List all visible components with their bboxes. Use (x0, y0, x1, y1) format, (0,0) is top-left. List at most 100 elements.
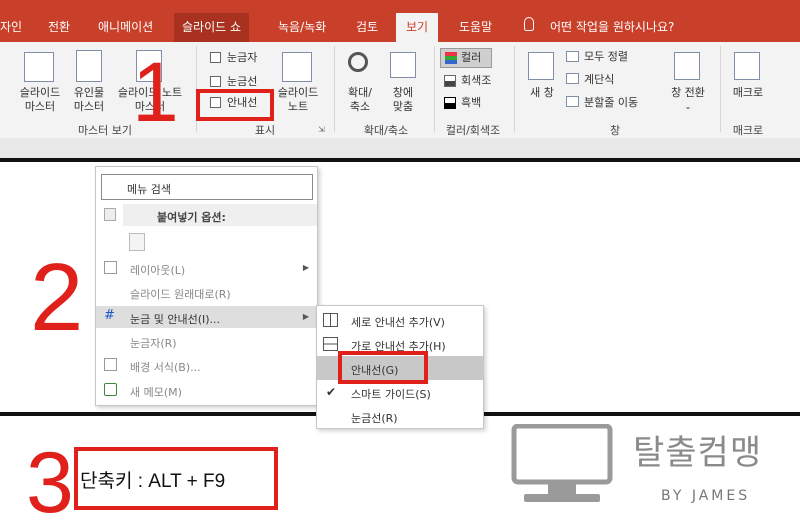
ribbon-tab-bar: 자인 전환 애니메이션 슬라이드 쇼 녹음/녹화 검토 보기 도움말 어떤 작업… (0, 0, 800, 42)
brand-name: 탈출컴맹 (633, 433, 763, 473)
notes-label-2: 노트 (287, 100, 309, 113)
horizontal-guide-icon (323, 337, 338, 351)
black-white-icon (444, 97, 456, 109)
group-divider (334, 46, 335, 132)
switch-windows-icon (674, 52, 700, 80)
layout-icon (104, 261, 117, 274)
menu-item-ruler[interactable]: 눈금자(R) (96, 330, 317, 352)
group-show: 표시 (254, 124, 276, 137)
guides-menu-highlight-box (338, 351, 428, 384)
tab-view[interactable]: 보기 (396, 13, 439, 42)
menu-item-new-comment-label: 새 메모(M) (130, 386, 182, 399)
ribbon-bottom-strip (0, 138, 800, 158)
move-split-button[interactable]: 분할줄 이동 (584, 96, 638, 110)
fit-window-button[interactable]: 창에 맞춤 (382, 86, 424, 114)
handout-master-label-1: 유인물 (73, 86, 105, 99)
submenu-arrow-icon: ▶ (302, 263, 309, 272)
menu-item-new-comment[interactable]: 새 메모(M) (96, 379, 317, 401)
format-background-icon (104, 358, 117, 371)
step-3-number: 3 (26, 435, 74, 531)
slide-master-button[interactable]: 슬라이드 마스터 (14, 86, 66, 114)
group-divider (720, 46, 721, 132)
gridlines-label: 눈금선 (227, 75, 258, 88)
ruler-checkbox[interactable] (210, 52, 221, 63)
submenu-add-vertical-guide[interactable]: 세로 안내선 추가(V) (317, 308, 483, 332)
dialog-launcher-icon[interactable]: ⇲ (318, 125, 325, 134)
tab-transitions[interactable]: 전환 (48, 18, 70, 35)
slide-master-label-1: 슬라이드 (19, 86, 61, 99)
submenu-arrow-icon: ▶ (302, 312, 309, 321)
handout-master-label-2: 마스터 (73, 100, 105, 113)
lightbulb-icon (524, 17, 534, 31)
color-label: 컬러 (461, 51, 482, 64)
handout-master-button[interactable]: 유인물 마스터 (66, 86, 112, 114)
group-zoom: 확대/축소 (363, 124, 409, 137)
clipboard-icon (104, 208, 116, 221)
brand-subtitle: BY JAMES (661, 488, 751, 504)
group-divider (434, 46, 435, 132)
menu-item-format-background-label: 배경 서식(B)... (130, 361, 201, 374)
submenu-gridlines[interactable]: 눈금선(R) (317, 404, 483, 428)
grid-icon: # (104, 308, 115, 323)
macro-button[interactable]: 매크로 (726, 86, 770, 100)
zoom-label-1: 확대/ (348, 86, 372, 99)
zoom-label-2: 축소 (349, 100, 371, 113)
slide-master-icon (24, 52, 54, 82)
black-white-button[interactable]: 흑백 (461, 96, 481, 110)
guides-highlight-box (196, 89, 274, 121)
fit-label-1: 창에 (392, 86, 414, 99)
context-menu: 메뉴 검색 붙여넣기 옵션: 레이아웃(L) ▶ 슬라이드 원래대로(R) # … (95, 166, 318, 406)
move-split-icon (566, 96, 579, 107)
paste-keep-icon[interactable] (129, 233, 145, 251)
tab-help[interactable]: 도움말 (459, 18, 492, 35)
fit-window-icon (390, 52, 416, 78)
computer-logo-icon (511, 424, 613, 502)
new-comment-icon (104, 383, 117, 396)
shortcut-text: 단축키 : ALT + F9 (80, 471, 226, 492)
tab-design[interactable]: 자인 (0, 18, 22, 35)
tab-review[interactable]: 검토 (356, 18, 378, 35)
notes-icon (282, 52, 312, 82)
paste-options-header: 붙여넣기 옵션: (123, 204, 317, 226)
notes-button[interactable]: 슬라이드 노트 (272, 86, 324, 114)
grayscale-icon (444, 75, 456, 87)
handout-master-icon (76, 50, 102, 82)
tab-recording[interactable]: 녹음/녹화 (278, 18, 326, 35)
zoom-icon (348, 52, 368, 72)
switch-windows-button[interactable]: 창 전환 ⌄ (664, 86, 712, 114)
zoom-button[interactable]: 확대/ 축소 (340, 86, 380, 114)
cascade-button[interactable]: 계단식 (584, 73, 614, 87)
menu-item-reset-slide[interactable]: 슬라이드 원래대로(R) (96, 281, 317, 303)
switch-windows-label: 창 전환 (671, 86, 705, 99)
chevron-down-icon: ⌄ (684, 102, 692, 111)
ribbon-view: 슬라이드 마스터 유인물 마스터 슬라이드 노트 마스터 마스터 보기 눈금자 … (0, 42, 800, 138)
slide-master-label-2: 마스터 (24, 100, 56, 113)
menu-search-input[interactable]: 메뉴 검색 (101, 174, 313, 200)
menu-item-layout[interactable]: 레이아웃(L) ▶ (96, 257, 317, 279)
notes-label-1: 슬라이드 (277, 86, 319, 99)
tell-me-search[interactable]: 어떤 작업을 원하시나요? (550, 18, 674, 35)
color-button[interactable]: 컬러 (440, 48, 492, 68)
gridlines-checkbox[interactable] (210, 76, 221, 87)
tab-animations[interactable]: 애니메이션 (98, 18, 153, 35)
checkmark-icon: ✔ (326, 385, 337, 399)
group-window: 창 (609, 124, 621, 137)
new-window-button[interactable]: 새 창 (522, 86, 562, 100)
group-color: 컬러/회색조 (445, 124, 501, 137)
grayscale-button[interactable]: 회색조 (461, 74, 491, 88)
menu-item-layout-label: 레이아웃(L) (130, 264, 186, 277)
arrange-all-button[interactable]: 모두 정렬 (584, 50, 628, 64)
tab-slideshow[interactable]: 슬라이드 쇼 (174, 13, 250, 42)
step-2-number: 2 (30, 244, 84, 351)
new-window-icon (528, 52, 554, 80)
menu-item-grid-guides[interactable]: # 눈금 및 안내선(I)... ▶ (96, 306, 317, 328)
vertical-guide-icon (323, 313, 338, 327)
color-icon (445, 52, 457, 64)
submenu-add-vertical-label: 세로 안내선 추가(V) (351, 316, 445, 329)
menu-item-format-background[interactable]: 배경 서식(B)... (96, 354, 317, 376)
ruler-label: 눈금자 (227, 51, 258, 64)
fit-label-2: 맞춤 (392, 100, 414, 113)
menu-item-grid-guides-label: 눈금 및 안내선(I)... (130, 313, 221, 326)
submenu-smart-guides-label: 스마트 가이드(S) (351, 388, 431, 401)
group-divider (514, 46, 515, 132)
